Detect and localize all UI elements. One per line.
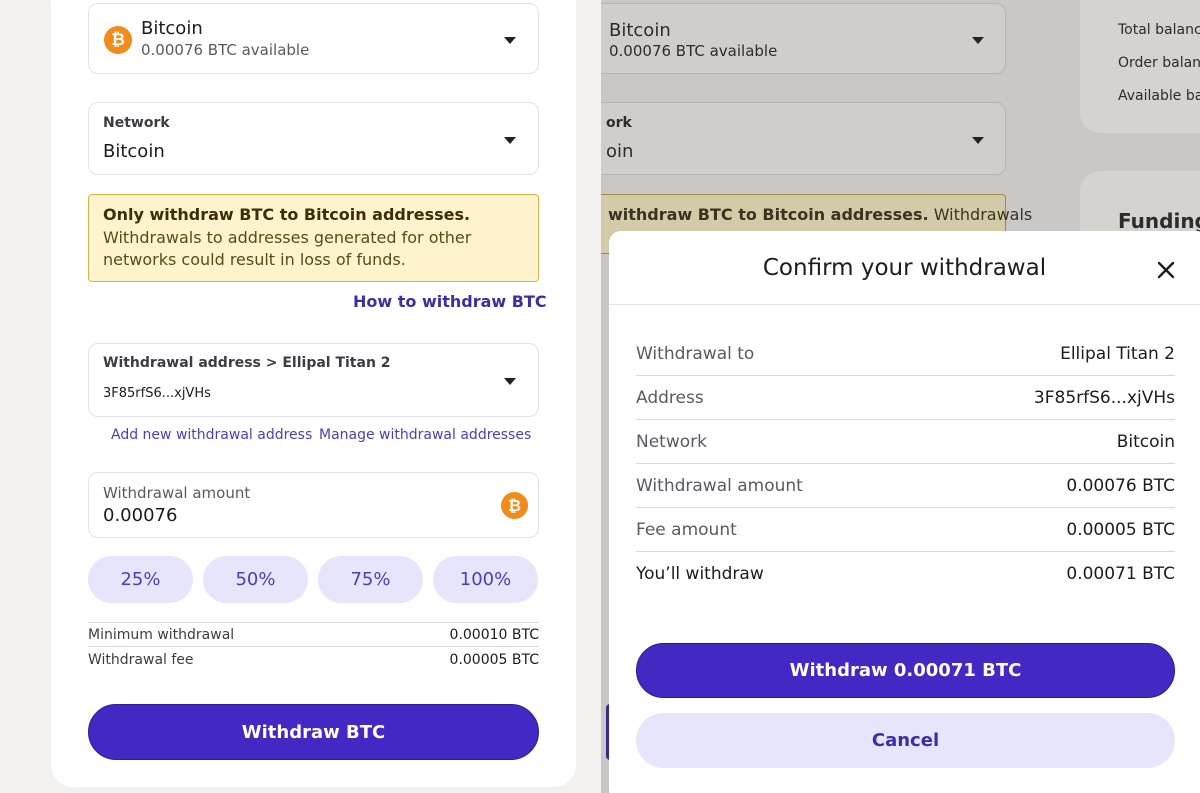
amount-label: Withdrawal amount	[103, 484, 251, 502]
bg-network-label: ork	[606, 115, 632, 131]
percent-75-button[interactable]: 75%	[318, 556, 423, 603]
percent-100-button[interactable]: 100%	[433, 556, 538, 603]
bg-balance-card: Total balance Order balanc Available bal	[1080, 0, 1200, 133]
summary-label: Withdrawal to	[636, 344, 755, 364]
manage-addresses-link[interactable]: Manage withdrawal addresses	[319, 427, 531, 443]
bg-asset-available: 0.00076 BTC available	[609, 42, 778, 60]
address-select[interactable]: Withdrawal address > Ellipal Titan 2 3F8…	[88, 343, 539, 417]
bg-asset-name: Bitcoin	[609, 20, 671, 41]
percent-25-button[interactable]: 25%	[88, 556, 193, 603]
add-address-link[interactable]: Add new withdrawal address	[111, 427, 312, 443]
bg-warning-text: Withdrawals	[928, 205, 1033, 224]
bg-available-balance: Available bal	[1118, 88, 1200, 104]
confirm-withdraw-button[interactable]: Withdraw 0.00071 BTC	[636, 643, 1175, 698]
address-label: Withdrawal address > Ellipal Titan 2	[103, 355, 391, 371]
summary-value: 0.00005 BTC	[1066, 520, 1175, 540]
bg-funding-title: Funding	[1118, 209, 1200, 233]
bitcoin-icon: ₿	[104, 26, 132, 54]
summary-row: Address 3F85rfS6...xjVHs	[636, 376, 1175, 420]
bg-asset-select: Bitcoin 0.00076 BTC available	[601, 3, 1006, 74]
amount-value: 0.00076	[103, 505, 178, 526]
network-label: Network	[103, 115, 170, 131]
summary-label: You’ll withdraw	[636, 564, 764, 584]
min-withdrawal-label: Minimum withdrawal	[88, 627, 235, 643]
summary-row-total: You’ll withdraw 0.00071 BTC	[636, 552, 1175, 596]
summary-label: Withdrawal amount	[636, 476, 803, 496]
summary-row: Withdrawal amount 0.00076 BTC	[636, 464, 1175, 508]
amount-input[interactable]: Withdrawal amount 0.00076 ₿	[88, 472, 539, 538]
chevron-down-icon	[504, 37, 516, 44]
summary-row: Network Bitcoin	[636, 420, 1175, 464]
chevron-down-icon	[504, 378, 516, 385]
divider	[88, 622, 539, 623]
divider	[88, 646, 539, 647]
withdrawal-fee-value: 0.00005 BTC	[449, 652, 539, 668]
bitcoin-icon: ₿	[501, 492, 528, 519]
divider	[609, 304, 1200, 305]
network-value: Bitcoin	[103, 141, 165, 162]
summary-row: Fee amount 0.00005 BTC	[636, 508, 1175, 552]
summary-value: 0.00071 BTC	[1066, 564, 1175, 584]
close-icon[interactable]	[1152, 256, 1180, 284]
how-to-withdraw-link[interactable]: How to withdraw BTC	[353, 292, 547, 311]
summary-value: Ellipal Titan 2	[1060, 344, 1175, 364]
summary-value: 3F85rfS6...xjVHs	[1033, 388, 1175, 408]
bg-order-balance: Order balanc	[1118, 55, 1200, 71]
summary-label: Fee amount	[636, 520, 737, 540]
asset-available: 0.00076 BTC available	[141, 41, 310, 59]
modal-title: Confirm your withdrawal	[762, 255, 1047, 281]
warning-bold: Only withdraw BTC to Bitcoin addresses.	[103, 205, 471, 224]
warning-text: Withdrawals to addresses generated for o…	[103, 227, 472, 270]
summary-label: Address	[636, 388, 704, 408]
chevron-down-icon	[504, 137, 516, 144]
summary-label: Network	[636, 432, 707, 452]
min-withdrawal-value: 0.00010 BTC	[449, 627, 539, 643]
bg-network-value: oin	[606, 141, 634, 162]
cancel-button[interactable]: Cancel	[636, 713, 1175, 768]
asset-select[interactable]: ₿ Bitcoin 0.00076 BTC available	[88, 3, 539, 74]
network-select[interactable]: Network Bitcoin	[88, 102, 539, 175]
chevron-down-icon	[972, 137, 984, 144]
summary-value: 0.00076 BTC	[1066, 476, 1175, 496]
withdrawal-fee-label: Withdrawal fee	[88, 652, 194, 668]
summary-value: Bitcoin	[1116, 432, 1175, 452]
address-value: 3F85rfS6...xjVHs	[103, 386, 211, 401]
summary-row: Withdrawal to Ellipal Titan 2	[636, 332, 1175, 376]
bg-total-balance: Total balance	[1118, 22, 1200, 38]
bg-warning-bold: withdraw BTC to Bitcoin addresses.	[608, 205, 929, 224]
confirm-withdrawal-modal: Confirm your withdrawal Withdrawal to El…	[609, 231, 1200, 793]
percent-50-button[interactable]: 50%	[203, 556, 308, 603]
chevron-down-icon	[972, 37, 984, 44]
network-warning: Only withdraw BTC to Bitcoin addresses. …	[88, 194, 539, 282]
withdraw-btc-button[interactable]: Withdraw BTC	[88, 704, 539, 760]
bg-network-select: ork oin	[601, 102, 1006, 175]
asset-name: Bitcoin	[141, 18, 203, 39]
